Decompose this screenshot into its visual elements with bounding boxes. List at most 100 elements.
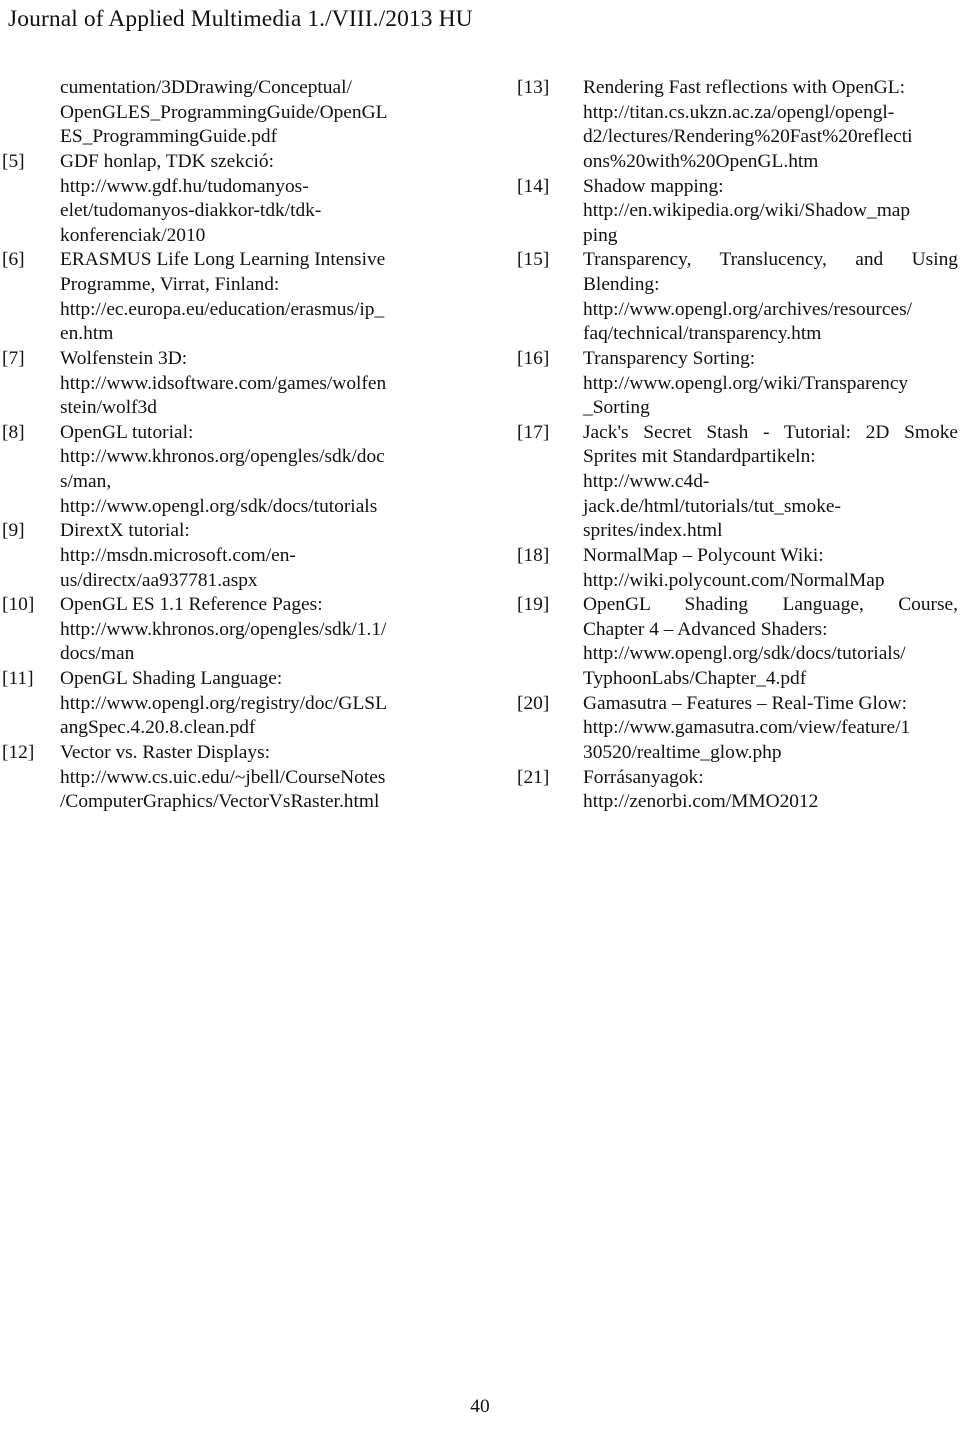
reference-line: http://www.opengl.org/sdk/docs/tutorials… bbox=[583, 643, 906, 665]
reference-line: Transparency Sorting: bbox=[583, 347, 756, 369]
reference-line: OpenGLES_ProgrammingGuide/OpenGL bbox=[60, 101, 388, 123]
reference-line: docs/man bbox=[60, 643, 135, 665]
reference-line: us/directx/aa937781.aspx bbox=[60, 569, 258, 591]
reference-line: ons%20with%20OpenGL.htm bbox=[583, 150, 819, 172]
references-section: cumentation/3DDrawing/Conceptual/OpenGLE… bbox=[0, 76, 960, 836]
reference-line: ERASMUS Life Long Learning Intensive bbox=[60, 249, 386, 271]
reference-entry: [8] OpenGL tutorial: http://www.khronos.or… bbox=[2, 421, 440, 520]
reference-entry: [14] Shadow mapping: http://en.wikipedia.o… bbox=[517, 175, 958, 249]
page-number: 40 bbox=[470, 1396, 490, 1417]
reference-number: [11] bbox=[2, 668, 34, 689]
reference-line: ES_ProgrammingGuide.pdf bbox=[60, 126, 278, 148]
running-header: Journal of Applied Multimedia 1./VIII./2… bbox=[8, 6, 473, 32]
reference-line: Forrásanyagok: bbox=[583, 766, 704, 788]
reference-number: [7] bbox=[2, 347, 25, 369]
reference-line: jack.de/html/tutorials/tut_smoke- bbox=[583, 495, 841, 517]
reference-line: Sprites mit Standardpartikeln: bbox=[583, 446, 816, 468]
reference-line: http://en.wikipedia.org/wiki/Shadow_map bbox=[583, 200, 911, 222]
reference-line: Programme, Virrat, Finland: bbox=[60, 274, 280, 295]
reference-text: Transparency, Translucency, and Using Ble… bbox=[583, 248, 958, 347]
reference-line: http://ec.europa.eu/education/erasmus/ip… bbox=[60, 298, 385, 320]
reference-line: Gamasutra – Features – Real-Time Glow: bbox=[583, 692, 908, 714]
reference-number: [15] bbox=[517, 249, 550, 271]
reference-line: http://www.idsoftware.com/games/wolfen bbox=[60, 372, 387, 394]
reference-line: Wolfenstein 3D: bbox=[60, 347, 188, 369]
reference-line: OpenGL ES 1.1 Reference Pages: bbox=[60, 594, 323, 616]
reference-number: [9] bbox=[2, 520, 25, 542]
reference-entry: [20] Gamasutra – Features – Real-Time Glo… bbox=[517, 692, 958, 766]
reference-entry: [6] ERASMUS Life Long Learning Intensive P… bbox=[2, 248, 440, 347]
reference-number: [21] bbox=[517, 766, 550, 788]
reference-text: Vector vs. Raster Displays: http://www.cs… bbox=[60, 741, 440, 815]
reference-entry: [18] NormalMap – Polycount Wiki: http://wi… bbox=[517, 544, 958, 593]
reference-entry-continuation: cumentation/3DDrawing/Conceptual/OpenGLE… bbox=[2, 76, 440, 150]
reference-entry: [12] Vector vs. Raster Displays: http://ww… bbox=[2, 741, 440, 815]
reference-line: http://www.gamasutra.com/view/feature/1 bbox=[583, 717, 911, 739]
reference-line: faq/technical/transparency.htm bbox=[583, 323, 822, 345]
reference-line: OpenGL Shading Language: bbox=[60, 668, 283, 689]
reference-line: http://zenorbi.com/MMO2012 bbox=[583, 791, 819, 813]
reference-line: http://www.khronos.org/opengles/sdk/doc bbox=[60, 446, 385, 468]
reference-text: OpenGL Shading Language, Course, Chapter … bbox=[583, 593, 958, 692]
reference-line: http://www.khronos.org/opengles/sdk/1.1/ bbox=[60, 618, 387, 640]
reference-text: Transparency Sorting: http://www.opengl.o… bbox=[583, 347, 958, 421]
reference-line: OpenGL Shading Language, Course, bbox=[583, 594, 958, 616]
reference-line: NormalMap – Polycount Wiki: bbox=[583, 544, 824, 566]
reference-line: http://www.c4d- bbox=[583, 471, 710, 492]
reference-number: [19] bbox=[517, 594, 550, 616]
reference-line: sprites/index.html bbox=[583, 520, 723, 542]
reference-column-right: [13] Rendering Fast reflections with Open… bbox=[517, 76, 958, 815]
reference-entry: [5] GDF honlap, TDK szekció: http://www.gd… bbox=[2, 150, 440, 249]
reference-line: http://www.opengl.org/sdk/docs/tutorials bbox=[60, 495, 378, 517]
reference-line: Rendering Fast reflections with OpenGL: bbox=[583, 77, 906, 98]
reference-entry: [15] Transparency, Translucency, and Usin… bbox=[517, 248, 958, 347]
reference-line: _Sorting bbox=[583, 397, 650, 419]
reference-number: [16] bbox=[517, 347, 550, 369]
reference-number: [14] bbox=[517, 175, 550, 197]
reference-line: Chapter 4 – Advanced Shaders: bbox=[583, 618, 828, 640]
reference-line: /ComputerGraphics/VectorVsRaster.html bbox=[60, 791, 380, 813]
reference-line: http://www.gdf.hu/tudomanyos- bbox=[60, 175, 309, 197]
reference-entry: [11] OpenGL Shading Language: http://www.o… bbox=[2, 667, 440, 741]
reference-line: http://www.opengl.org/archives/resources… bbox=[583, 298, 913, 320]
reference-entry: [10] OpenGL ES 1.1 Reference Pages: http:/… bbox=[2, 593, 440, 667]
reference-text: Rendering Fast reflections with OpenGL: h… bbox=[583, 76, 958, 175]
reference-text: Shadow mapping: http://en.wikipedia.org/w… bbox=[583, 175, 958, 249]
reference-line: angSpec.4.20.8.clean.pdf bbox=[60, 717, 256, 739]
reference-line: konferenciak/2010 bbox=[60, 224, 206, 246]
reference-line: http://msdn.microsoft.com/en- bbox=[60, 544, 296, 566]
reference-entry: [19] OpenGL Shading Language, Course, Chap… bbox=[517, 593, 958, 692]
reference-text: Jack's Secret Stash - Tutorial: 2D Smoke… bbox=[583, 421, 958, 544]
reference-line: http://www.opengl.org/registry/doc/GLSL bbox=[60, 692, 387, 714]
reference-number: [20] bbox=[517, 692, 550, 714]
reference-text: Wolfenstein 3D: http://www.idsoftware.com… bbox=[60, 347, 440, 421]
reference-line: 30520/realtime_glow.php bbox=[583, 741, 782, 763]
reference-line: ping bbox=[583, 224, 618, 246]
reference-text: Forrásanyagok: http://zenorbi.com/MMO2012 bbox=[583, 766, 958, 815]
reference-line: TyphoonLabs/Chapter_4.pdf bbox=[583, 668, 807, 689]
reference-number: [17] bbox=[517, 421, 550, 443]
reference-text: OpenGL ES 1.1 Reference Pages: http://www… bbox=[60, 593, 440, 667]
reference-line: OpenGL tutorial: bbox=[60, 421, 194, 443]
reference-line: Shadow mapping: bbox=[583, 175, 724, 197]
reference-text: ERASMUS Life Long Learning Intensive Prog… bbox=[60, 248, 440, 347]
reference-text: OpenGL tutorial: http://www.khronos.org/o… bbox=[60, 421, 440, 520]
reference-text: OpenGL Shading Language: http://www.openg… bbox=[60, 667, 440, 741]
reference-line: Jack's Secret Stash - Tutorial: 2D Smoke bbox=[583, 421, 958, 443]
reference-line: http://www.cs.uic.edu/~jbell/CourseNotes bbox=[60, 766, 386, 788]
reference-number: [8] bbox=[2, 421, 25, 443]
reference-entry: [7] Wolfenstein 3D: http://www.idsoftware.… bbox=[2, 347, 440, 421]
reference-text: NormalMap – Polycount Wiki: http://wiki.p… bbox=[583, 544, 958, 593]
reference-line: Blending: bbox=[583, 274, 660, 295]
reference-entry: [16] Transparency Sorting: http://www.open… bbox=[517, 347, 958, 421]
reference-number: [13] bbox=[517, 77, 550, 98]
reference-text: Gamasutra – Features – Real-Time Glow: ht… bbox=[583, 692, 958, 766]
reference-line: Vector vs. Raster Displays: bbox=[60, 741, 271, 763]
reference-entry: [13] Rendering Fast reflections with Open… bbox=[517, 76, 958, 175]
reference-line: stein/wolf3d bbox=[60, 397, 157, 419]
reference-column-left: cumentation/3DDrawing/Conceptual/OpenGLE… bbox=[2, 76, 440, 815]
reference-line: http://www.opengl.org/wiki/Transparency bbox=[583, 372, 909, 394]
reference-line: Transparency, Translucency, and Using bbox=[583, 249, 958, 271]
reference-line: elet/tudomanyos-diakkor-tdk/tdk- bbox=[60, 200, 322, 222]
reference-line: cumentation/3DDrawing/Conceptual/ bbox=[60, 77, 352, 98]
